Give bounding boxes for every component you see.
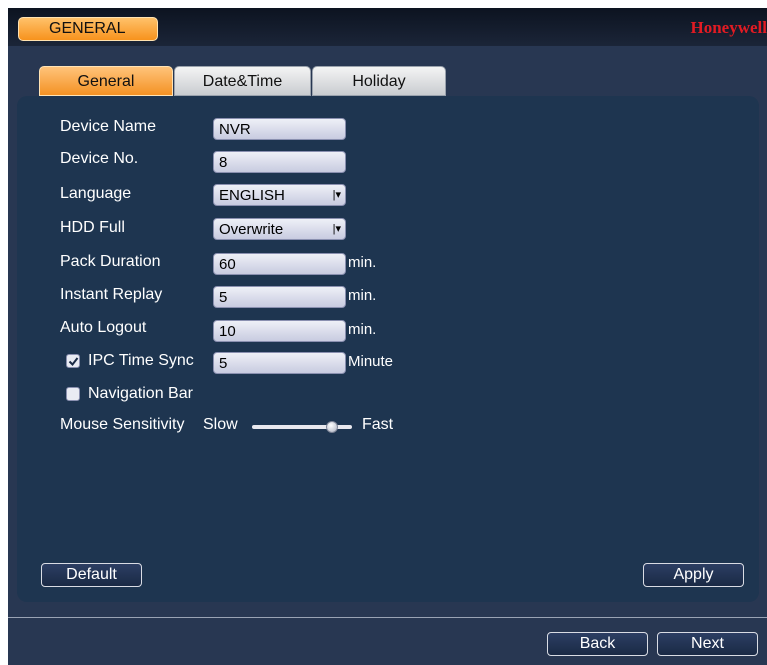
auto-logout-input[interactable]: 10 — [213, 320, 346, 342]
back-button[interactable]: Back — [547, 632, 648, 656]
apply-button[interactable]: Apply — [643, 563, 744, 587]
device-name-label: Device Name — [60, 118, 157, 135]
device-no-label: Device No. — [60, 150, 139, 167]
language-value: ENGLISH — [219, 187, 285, 204]
pack-duration-unit: min. — [348, 254, 377, 271]
auto-logout-label: Auto Logout — [60, 319, 147, 336]
pack-duration-input[interactable]: 60 — [213, 253, 346, 275]
ipc-time-sync-checkbox[interactable] — [66, 354, 80, 368]
chevron-down-icon: |▾ — [332, 223, 341, 235]
mouse-sensitivity-label: Mouse Sensitivity — [60, 416, 185, 433]
language-label: Language — [60, 185, 132, 202]
next-button[interactable]: Next — [657, 632, 758, 656]
slider-max-label: Fast — [362, 416, 394, 433]
slider-min-label: Slow — [203, 416, 238, 433]
pack-duration-label: Pack Duration — [60, 253, 161, 270]
slider-handle[interactable] — [326, 421, 338, 433]
navigation-bar-checkbox[interactable] — [66, 387, 80, 401]
hdd-full-label: HDD Full — [60, 219, 125, 236]
hdd-full-select[interactable]: Overwrite |▾ — [213, 218, 346, 240]
window-title: GENERAL — [18, 17, 158, 41]
general-settings-panel — [17, 96, 759, 602]
brand-logo: Honeywell — [690, 18, 767, 37]
tab-holiday[interactable]: Holiday — [312, 66, 446, 96]
instant-replay-unit: min. — [348, 287, 377, 304]
navigation-bar-label: Navigation Bar — [88, 385, 193, 402]
tab-general[interactable]: General — [39, 66, 173, 96]
chevron-down-icon: |▾ — [332, 189, 341, 201]
language-select[interactable]: ENGLISH |▾ — [213, 184, 346, 206]
instant-replay-label: Instant Replay — [60, 286, 163, 303]
default-button[interactable]: Default — [41, 563, 142, 587]
instant-replay-input[interactable]: 5 — [213, 286, 346, 308]
ipc-time-sync-label: IPC Time Sync — [88, 352, 194, 369]
device-name-input[interactable]: NVR — [213, 118, 346, 140]
title-bar: GENERAL Honeywell — [8, 8, 767, 46]
ipc-time-sync-input[interactable]: 5 — [213, 352, 346, 374]
device-no-input[interactable]: 8 — [213, 151, 346, 173]
hdd-full-value: Overwrite — [219, 221, 284, 238]
ipc-time-sync-unit: Minute — [348, 353, 394, 370]
tab-date-time[interactable]: Date&Time — [174, 66, 311, 96]
footer-divider — [8, 617, 767, 618]
check-icon — [68, 357, 79, 367]
auto-logout-unit: min. — [348, 321, 377, 338]
